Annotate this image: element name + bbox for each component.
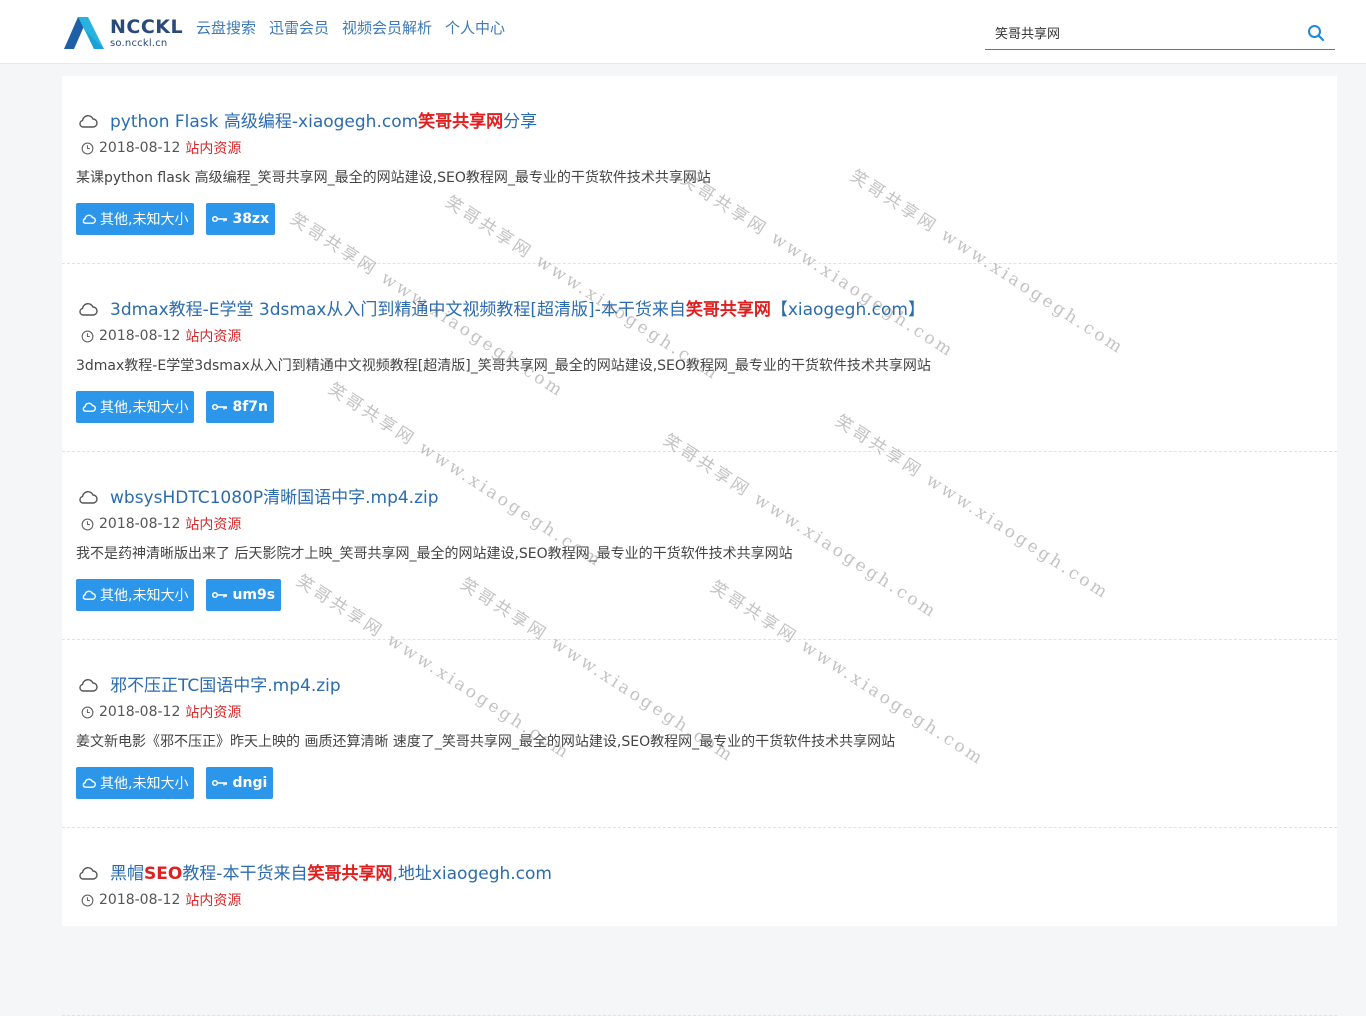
result-title[interactable]: wbsysHDTC1080P清晰国语中字.mp4.zip xyxy=(110,483,439,508)
cloud-icon xyxy=(82,590,96,600)
clock-icon xyxy=(81,706,94,718)
result-date: 2018-08-12 xyxy=(99,704,181,720)
logo-subtitle: so.ncckl.cn xyxy=(110,38,168,49)
cloud-icon xyxy=(79,866,98,880)
size-tag[interactable]: 其他,未知大小 xyxy=(76,391,195,423)
extract-code-tag[interactable]: 8f7n xyxy=(206,391,274,423)
search-input[interactable] xyxy=(995,22,1295,42)
result-source: 站内资源 xyxy=(185,893,242,909)
logo-title: NCCKL xyxy=(110,16,184,38)
result-date: 2018-08-12 xyxy=(99,140,181,156)
result-date: 2018-08-12 xyxy=(99,328,181,344)
size-tag[interactable]: 其他,未知大小 xyxy=(76,767,195,799)
clock-icon xyxy=(81,518,94,530)
result-description: 我不是药神清晰版出来了 后天影院才上映_笑哥共享网_最全的网站建设,SEO教程网… xyxy=(76,546,793,562)
result-item: wbsysHDTC1080P清晰国语中字.mp4.zip 2018-08-12 … xyxy=(62,452,1337,640)
result-date: 2018-08-12 xyxy=(99,516,181,532)
result-title[interactable]: 3dmax教程-E学堂 3dsmax从入门到精通中文视频教程[超清版]-本干货来… xyxy=(110,295,925,320)
size-tag[interactable]: 其他,未知大小 xyxy=(76,203,195,235)
search-icon[interactable] xyxy=(1307,24,1325,42)
cloud-icon xyxy=(82,778,96,788)
top-header: NCCKL so.ncckl.cn 云盘搜索 迅雷会员 视频会员解析 个人中心 xyxy=(0,0,1366,64)
logo-mark-icon xyxy=(64,17,104,49)
nav-cloud-search[interactable]: 云盘搜索 xyxy=(196,17,256,38)
key-icon xyxy=(212,779,228,787)
cloud-icon xyxy=(82,214,96,224)
extract-code-tag[interactable]: 38zx xyxy=(206,203,276,235)
nav-xunlei-vip[interactable]: 迅雷会员 xyxy=(269,17,329,38)
cloud-icon xyxy=(82,402,96,412)
result-date: 2018-08-12 xyxy=(99,892,181,908)
extract-code-tag[interactable]: um9s xyxy=(206,579,282,611)
cloud-icon xyxy=(79,302,98,316)
result-description: 某课python flask 高级编程_笑哥共享网_最全的网站建设,SEO教程网… xyxy=(76,170,711,186)
size-tag[interactable]: 其他,未知大小 xyxy=(76,579,195,611)
key-icon xyxy=(212,591,228,599)
cloud-icon xyxy=(79,490,98,504)
result-source: 站内资源 xyxy=(185,517,242,533)
search-box xyxy=(985,14,1335,50)
clock-icon xyxy=(81,330,94,342)
result-description: 姜文新电影《邪不压正》昨天上映的 画质还算清晰 速度了_笑哥共享网_最全的网站建… xyxy=(76,734,896,750)
result-item: 黑帽SEO教程-本干货来自笑哥共享网,地址xiaogegh.com 2018-0… xyxy=(62,828,1337,1016)
result-source: 站内资源 xyxy=(185,705,242,721)
site-logo[interactable]: NCCKL so.ncckl.cn xyxy=(64,16,183,50)
result-item: 3dmax教程-E学堂 3dsmax从入门到精通中文视频教程[超清版]-本干货来… xyxy=(62,264,1337,452)
result-item: 邪不压正TC国语中字.mp4.zip 2018-08-12 站内资源 姜文新电影… xyxy=(62,640,1337,828)
key-icon xyxy=(212,403,228,411)
result-source: 站内资源 xyxy=(185,329,242,345)
results-list: python Flask 高级编程-xiaogegh.com笑哥共享网分享 20… xyxy=(62,76,1337,1016)
extract-code-tag[interactable]: dngi xyxy=(206,767,274,799)
result-title[interactable]: 邪不压正TC国语中字.mp4.zip xyxy=(110,671,341,696)
nav-personal-center[interactable]: 个人中心 xyxy=(445,17,505,38)
main-nav: 云盘搜索 迅雷会员 视频会员解析 个人中心 xyxy=(196,17,518,38)
result-title[interactable]: 黑帽SEO教程-本干货来自笑哥共享网,地址xiaogegh.com xyxy=(110,859,552,884)
clock-icon xyxy=(81,894,94,906)
cloud-icon xyxy=(79,678,98,692)
result-description: 3dmax教程-E学堂3dsmax从入门到精通中文视频教程[超清版]_笑哥共享网… xyxy=(76,358,931,374)
cloud-icon xyxy=(79,114,98,128)
result-title[interactable]: python Flask 高级编程-xiaogegh.com笑哥共享网分享 xyxy=(110,107,537,132)
clock-icon xyxy=(81,142,94,154)
key-icon xyxy=(212,215,228,223)
result-item: python Flask 高级编程-xiaogegh.com笑哥共享网分享 20… xyxy=(62,76,1337,264)
result-source: 站内资源 xyxy=(185,141,242,157)
nav-video-vip-parse[interactable]: 视频会员解析 xyxy=(342,17,432,38)
